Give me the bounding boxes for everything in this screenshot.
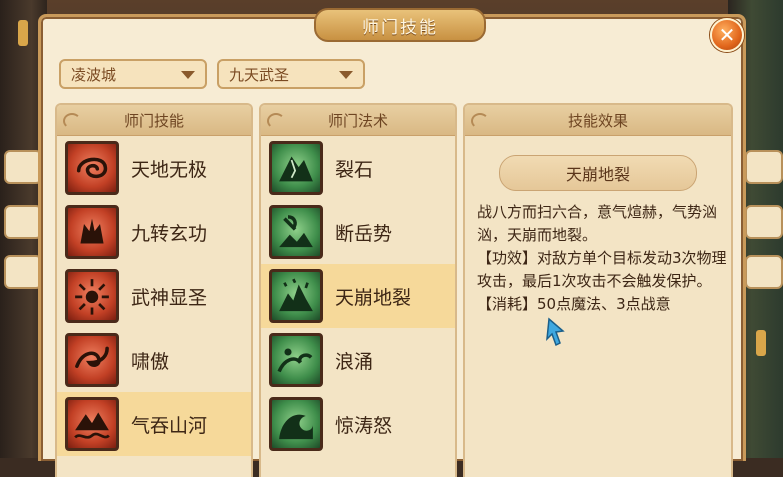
spell-label: 浪涌 [335, 350, 374, 373]
spells-header-label: 师门法术 [327, 111, 388, 130]
spell-row-5[interactable]: 惊涛怒 [261, 392, 455, 456]
skills-header-label: 师门技能 [123, 111, 184, 130]
skill-label: 啸傲 [131, 350, 170, 373]
crumbling-peak-icon [269, 269, 323, 323]
skill-row-5[interactable]: 气吞山河 [57, 392, 251, 456]
skill-row-3[interactable]: 武神显圣 [57, 264, 251, 328]
skill-row-2[interactable]: 九转玄功 [57, 200, 251, 264]
skill-label: 气吞山河 [131, 414, 208, 437]
spells-list: 裂石断岳势天崩地裂浪涌惊涛怒 [261, 136, 455, 456]
swirl-icon [65, 141, 119, 195]
effect-skill-name: 天崩地裂 [499, 155, 697, 191]
skill-label: 九转玄功 [131, 222, 208, 245]
sunburst-icon [65, 269, 119, 323]
spell-row-1[interactable]: 裂石 [261, 136, 455, 200]
pointer-cursor-icon [546, 317, 565, 347]
right-side-tab-2[interactable] [745, 205, 783, 239]
skills-column-header: 师门技能 [57, 105, 251, 136]
skills-list: 天地无极九转玄功武神显圣啸傲气吞山河 [57, 136, 251, 456]
effect-function-text: 【功效】对敌方单个目标发动3次物理攻击，最后1次攻击不会触发保护。 [477, 249, 727, 290]
axe-mountain-icon [269, 205, 323, 259]
mountain-wave-icon [65, 397, 119, 451]
left-side-tab-2[interactable] [4, 205, 42, 239]
right-side-tab-3[interactable] [745, 255, 783, 289]
effect-flavor-text: 战八方而扫六合，意气煊赫，气势汹汹，天崩而地裂。 [477, 203, 718, 244]
effect-column: 技能效果 天崩地裂 战八方而扫六合，意气煊赫，气势汹汹，天崩而地裂。 【功效】对… [463, 103, 733, 477]
dialog-title-plate: 师门技能 [314, 8, 486, 42]
city-dropdown-value: 凌波城 [71, 65, 117, 84]
corner-ornament-icon [471, 113, 489, 129]
spell-row-3[interactable]: 天崩地裂 [261, 264, 455, 328]
spell-label: 裂石 [335, 158, 374, 181]
corner-ornament-icon [63, 113, 81, 129]
skills-column: 师门技能 天地无极九转玄功武神显圣啸傲气吞山河 [55, 103, 253, 477]
fist-icon [65, 205, 119, 259]
lantern-decoration [18, 20, 28, 46]
chevron-down-icon [181, 71, 195, 79]
effect-column-header: 技能效果 [465, 105, 731, 136]
effect-header-label: 技能效果 [567, 111, 628, 130]
skill-row-4[interactable]: 啸傲 [57, 328, 251, 392]
effect-description: 战八方而扫六合，意气煊赫，气势汹汹，天崩而地裂。 【功效】对敌方单个目标发动3次… [477, 201, 727, 316]
spells-column-header: 师门法术 [261, 105, 455, 136]
dialog-title: 师门技能 [362, 17, 438, 38]
skill-row-1[interactable]: 天地无极 [57, 136, 251, 200]
spell-row-4[interactable]: 浪涌 [261, 328, 455, 392]
skill-label: 武神显圣 [131, 286, 208, 309]
right-side-tab-1[interactable] [745, 150, 783, 184]
school-dropdown-value: 九天武圣 [229, 65, 290, 84]
spell-label: 惊涛怒 [335, 414, 393, 437]
corner-ornament-icon [267, 113, 285, 129]
left-side-tab-1[interactable] [4, 150, 42, 184]
skill-label: 天地无极 [131, 158, 208, 181]
spell-label: 天崩地裂 [335, 286, 412, 309]
chevron-down-icon [339, 71, 353, 79]
close-icon: ✕ [718, 23, 736, 47]
lantern-decoration [756, 330, 766, 356]
spells-column: 师门法术 裂石断岳势天崩地裂浪涌惊涛怒 [259, 103, 457, 477]
dragon-icon [65, 333, 119, 387]
left-side-tab-3[interactable] [4, 255, 42, 289]
school-dropdown[interactable]: 九天武圣 [217, 59, 365, 89]
tidal-wave-icon [269, 397, 323, 451]
city-dropdown[interactable]: 凌波城 [59, 59, 207, 89]
wave-icon [269, 333, 323, 387]
rock-crack-icon [269, 141, 323, 195]
effect-cost-text: 【消耗】50点魔法、3点战意 [477, 295, 671, 313]
spell-row-2[interactable]: 断岳势 [261, 200, 455, 264]
spell-label: 断岳势 [335, 222, 393, 245]
school-skills-dialog: 凌波城 九天武圣 师门技能 天地无极九转玄功武神显圣啸傲气吞山河 师门法术 裂石… [38, 14, 746, 477]
close-button[interactable]: ✕ [710, 18, 744, 52]
